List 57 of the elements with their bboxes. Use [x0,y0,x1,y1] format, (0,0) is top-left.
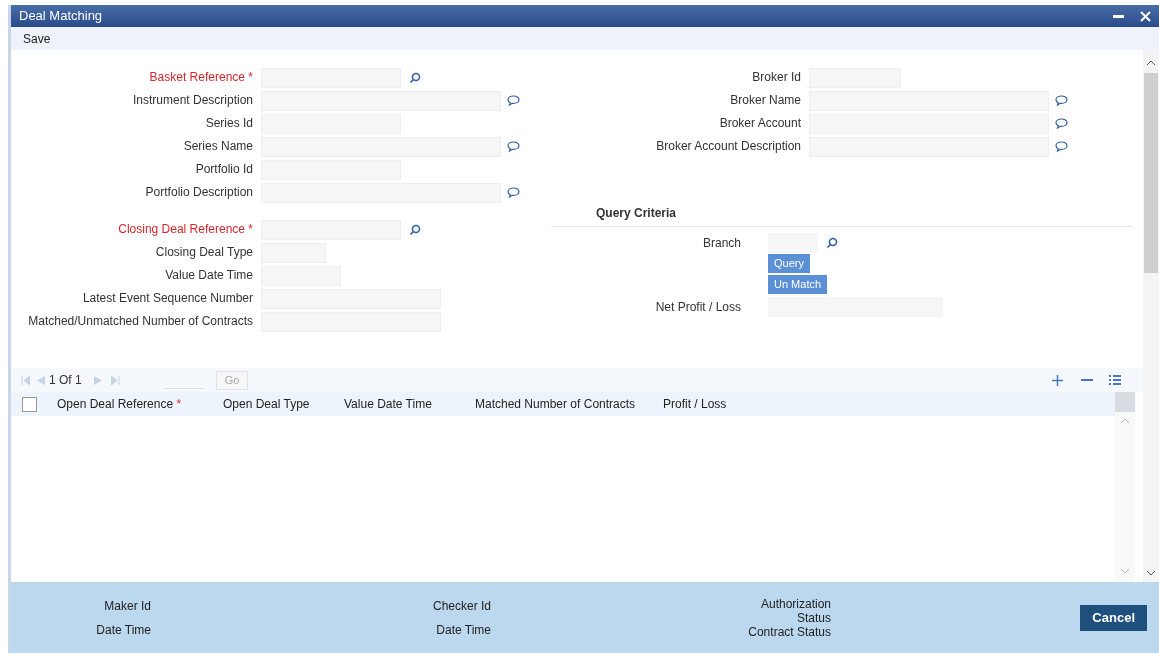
first-page-icon[interactable] [21,375,30,385]
field-label: Basket Reference * [148,71,253,84]
field-label: Broker Account Description [655,140,801,153]
save-button[interactable]: Save [23,29,51,48]
footer-label: Maker Id [104,597,151,615]
last-page-icon[interactable] [110,375,120,385]
field-label: Value Date Time [164,269,253,282]
field-label: Branch [701,234,741,252]
section-heading: Query Criteria [596,206,677,220]
footer-label: Date Time [96,621,151,639]
field-label: Closing Deal Type [154,246,253,259]
column-header[interactable]: Profit / Loss [663,395,773,413]
footer-label: Date Time [436,621,491,639]
column-header[interactable]: Open Deal Type [223,395,344,413]
search-icon[interactable] [409,71,421,84]
field-label: Broker Account [718,117,801,130]
close-icon[interactable] [1140,10,1151,22]
comment-icon[interactable] [1055,118,1068,129]
footer-label: Checker Id [432,597,491,615]
comment-icon[interactable] [1055,95,1068,106]
comment-icon[interactable] [1055,141,1068,152]
window-title: Deal Matching [19,7,103,26]
scrollbar-thumb[interactable] [1144,73,1158,273]
comment-icon[interactable] [507,141,520,152]
field-label: Series Name [182,140,253,153]
field-label: Broker Id [751,71,801,84]
column-header[interactable]: Matched Number of Contracts [475,395,663,413]
search-icon[interactable] [826,236,838,249]
field-label: Latest Event Sequence Number [81,292,253,305]
search-icon[interactable] [409,223,421,236]
table-scrollbar[interactable] [1115,392,1135,582]
text-field[interactable] [768,232,818,253]
field-label: Series Id [204,117,253,130]
comment-icon[interactable] [507,95,520,106]
scrollbar-thumb[interactable] [1115,392,1135,412]
list-icon[interactable] [1109,375,1121,385]
next-page-icon[interactable] [93,375,103,385]
field-label: Portfolio Id [194,163,253,176]
field-label: Portfolio Description [144,186,253,199]
field-label: Instrument Description [131,94,253,107]
column-header[interactable]: Open Deal Reference * [57,395,223,413]
field-label: Matched/Unmatched Number of Contracts [27,315,253,328]
scrollbar[interactable] [1143,50,1159,365]
column-header[interactable]: Value Date Time [344,395,475,413]
footer-label: Authorization Status [759,596,831,625]
comment-icon[interactable] [507,187,520,198]
field-label: Net Profit / Loss [654,298,741,316]
minimize-icon[interactable] [1113,14,1124,18]
field-label: Broker Name [729,94,801,107]
select-all-checkbox[interactable] [22,396,37,412]
go-button: Go [215,370,249,390]
page-indicator: 1 Of 1 [49,372,82,389]
field-label: Closing Deal Reference * [117,223,253,236]
footer-label: Contract Status [747,624,831,639]
add-row-icon[interactable] [1052,374,1063,386]
cancel-button[interactable]: Cancel [1080,604,1147,631]
previous-page-icon[interactable] [36,375,45,385]
